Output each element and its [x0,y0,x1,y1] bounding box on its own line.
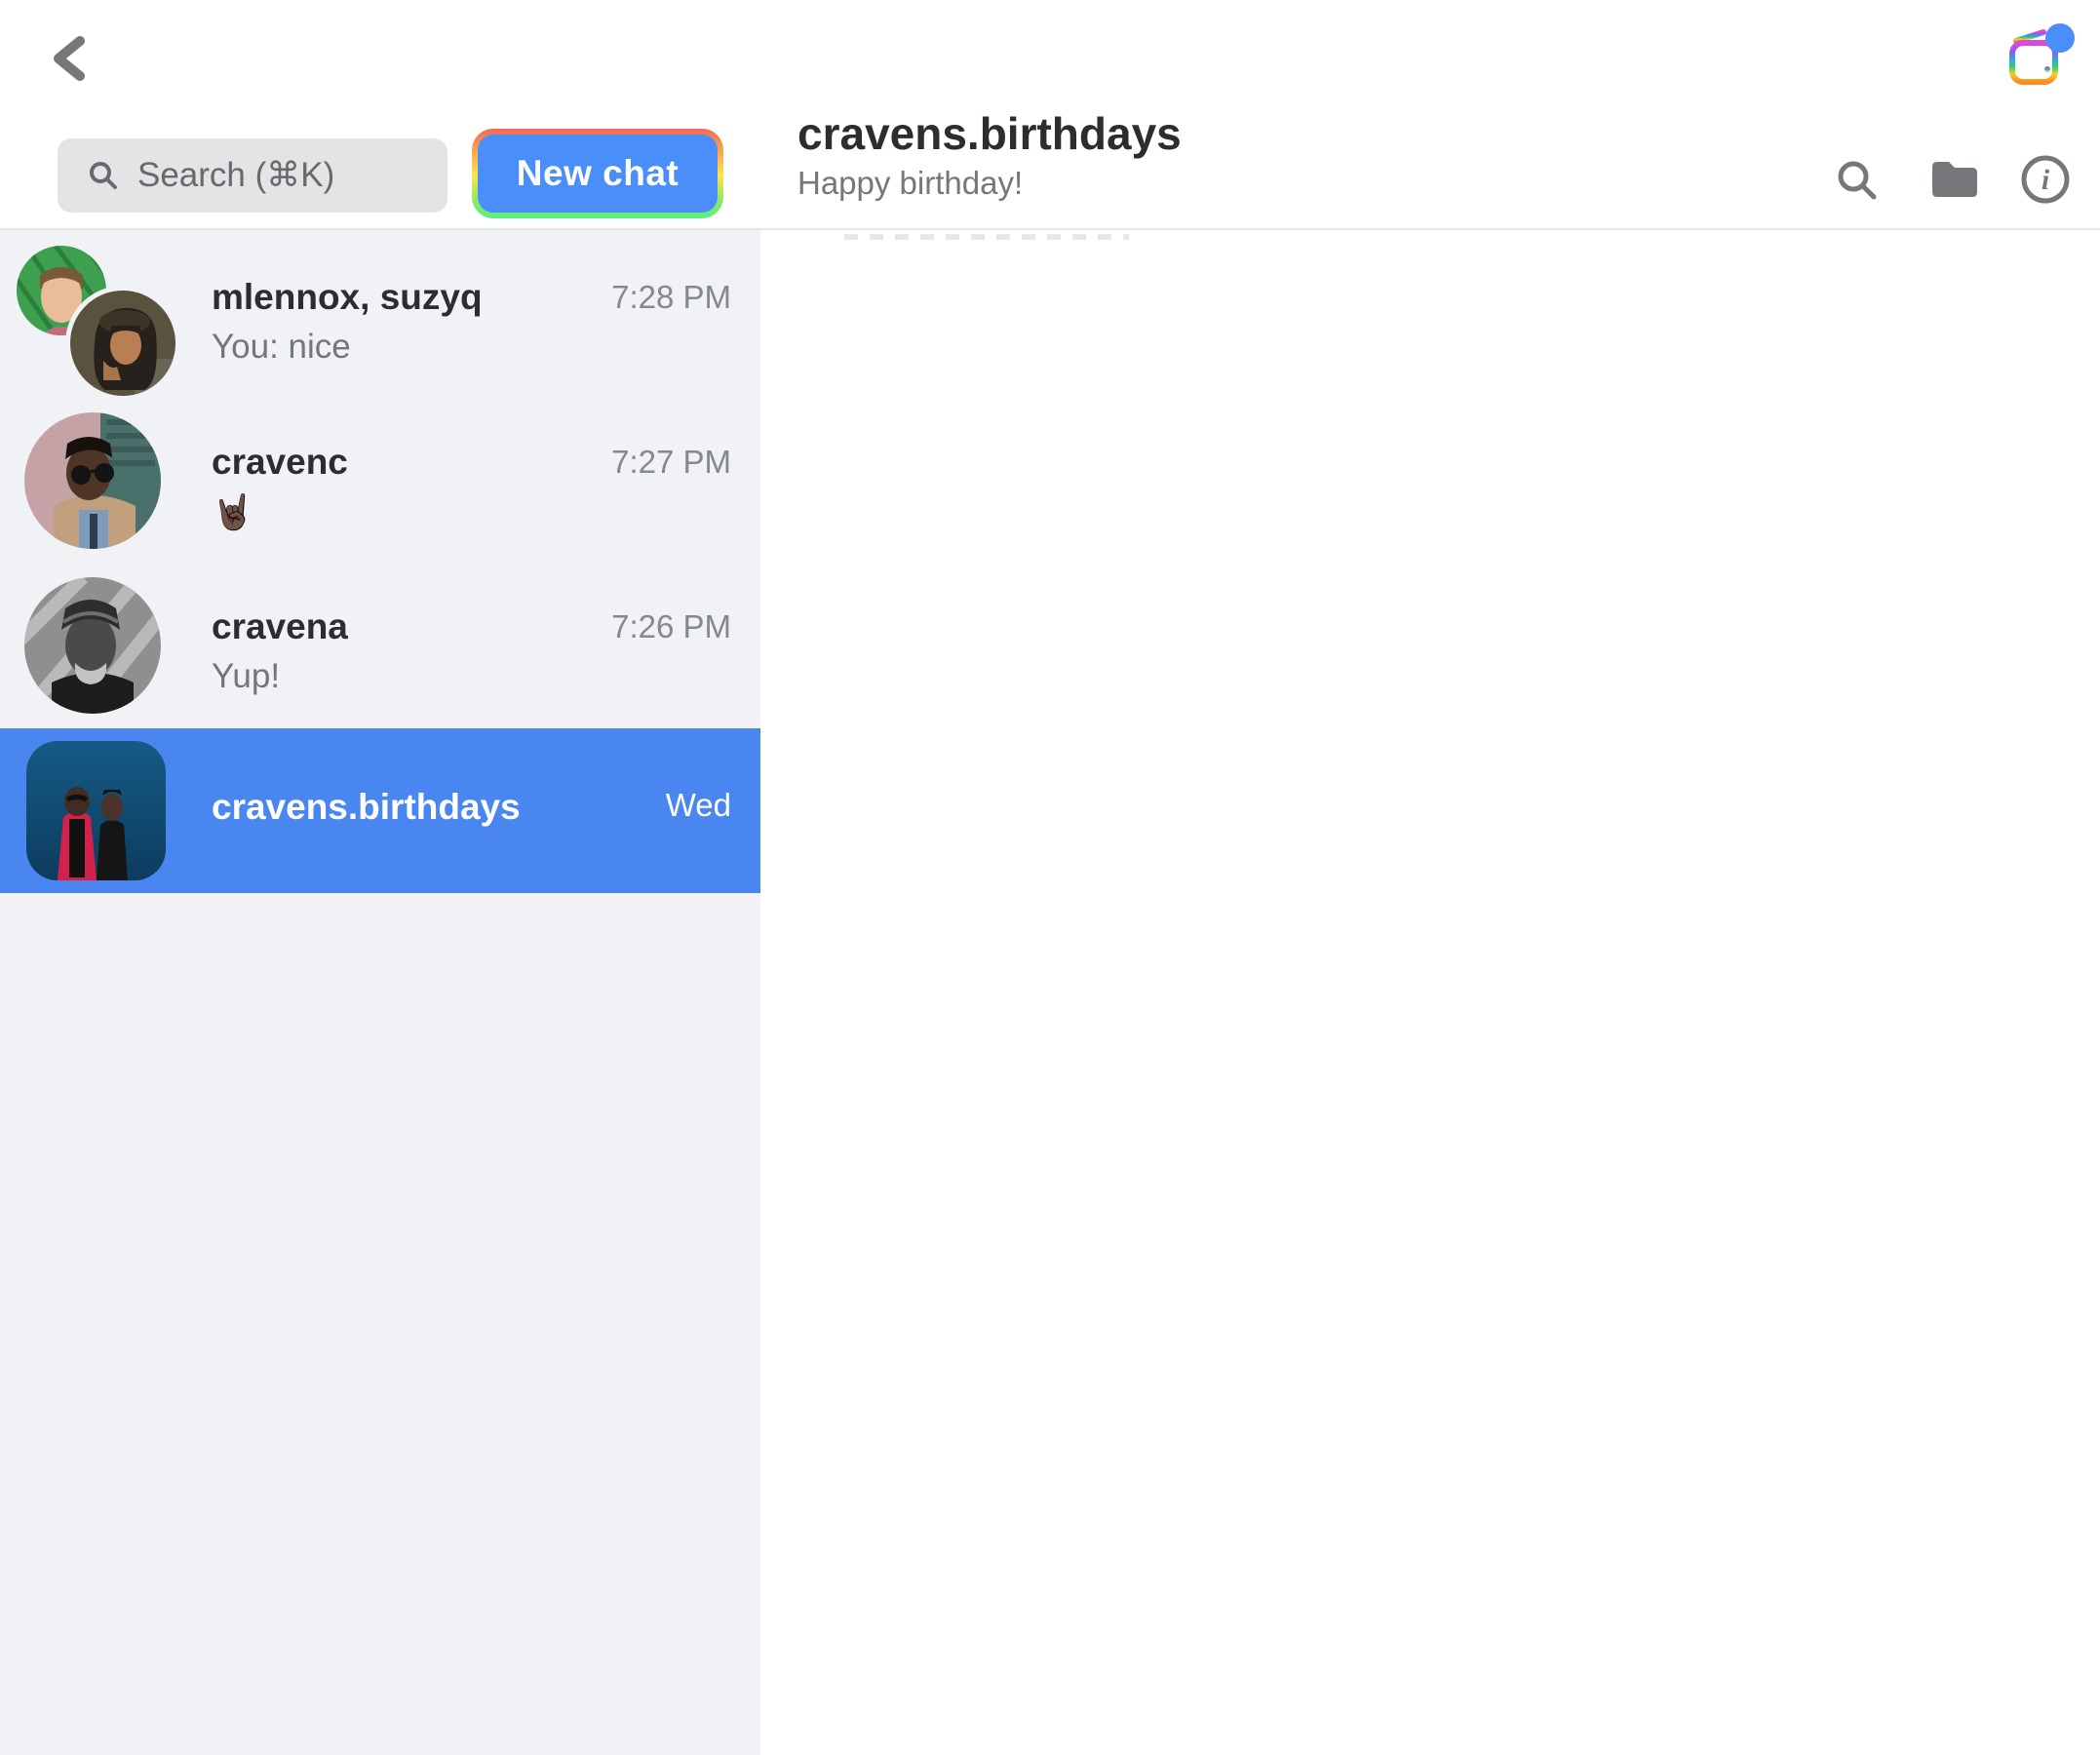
chat-time: 7:26 PM [611,608,731,644]
info-icon: i [2021,155,2070,204]
avatar-cravenc [24,412,161,549]
activity-radio-icon-button[interactable] [2006,21,2077,88]
chat-name: cravena [212,606,348,646]
chat-time: Wed [665,787,731,823]
chat-list-sidebar: mlennox, suzyq You: nice 7:28 PM cravenc… [0,230,760,1755]
avatar-cravens-birthdays [26,741,166,880]
group-avatar [0,234,185,399]
chat-list-item-mlennox-suzyq[interactable]: mlennox, suzyq You: nice 7:28 PM [0,234,760,399]
search-icon [90,162,117,189]
folder-icon [1932,162,1977,197]
chevron-left-icon [54,36,85,81]
avatar-cravena [24,577,161,714]
search-icon [1838,161,1877,200]
chat-list-item-cravena[interactable]: cravena Yup! 7:26 PM [0,564,760,728]
rainbow-radio-icon [2009,23,2075,85]
search-input[interactable] [136,155,432,196]
notification-dot [2045,23,2075,53]
chat-name: cravens.birthdays [212,787,521,827]
folder-button[interactable] [1928,158,1977,201]
new-chat-label: New chat [478,135,718,213]
chat-list-item-cravens-birthdays[interactable]: cravens.birthdays Wed [0,728,760,893]
info-button[interactable]: i [2020,154,2071,205]
back-button[interactable] [47,31,97,86]
conversation-header: cravens.birthdays Happy birthday! [797,109,1182,203]
app-header: New chat cravens.birthdays Happy birthda… [0,0,2100,230]
chat-time: 7:28 PM [611,279,731,315]
conversation-subtitle: Happy birthday! [797,165,1024,201]
conversation-search-button[interactable] [1835,158,1880,203]
chat-list-item-cravenc[interactable]: cravenc 🤘🏿 7:27 PM [0,399,760,564]
conversation-title: cravens.birthdays [797,108,1182,159]
chat-time: 7:27 PM [611,444,731,480]
avatar-suzyq [70,291,175,396]
clipped-scroll-text-artifact [844,234,1129,240]
chat-name: cravenc [212,442,348,482]
conversation-panel [760,230,2100,1755]
chat-preview: Yup! [212,657,281,695]
svg-text:i: i [2042,164,2050,196]
chat-preview: 🤘🏿 [212,493,254,531]
chat-preview: You: nice [212,328,351,366]
chat-name: mlennox, suzyq [212,277,483,317]
search-box[interactable] [58,138,447,213]
new-chat-button[interactable]: New chat [472,129,723,218]
